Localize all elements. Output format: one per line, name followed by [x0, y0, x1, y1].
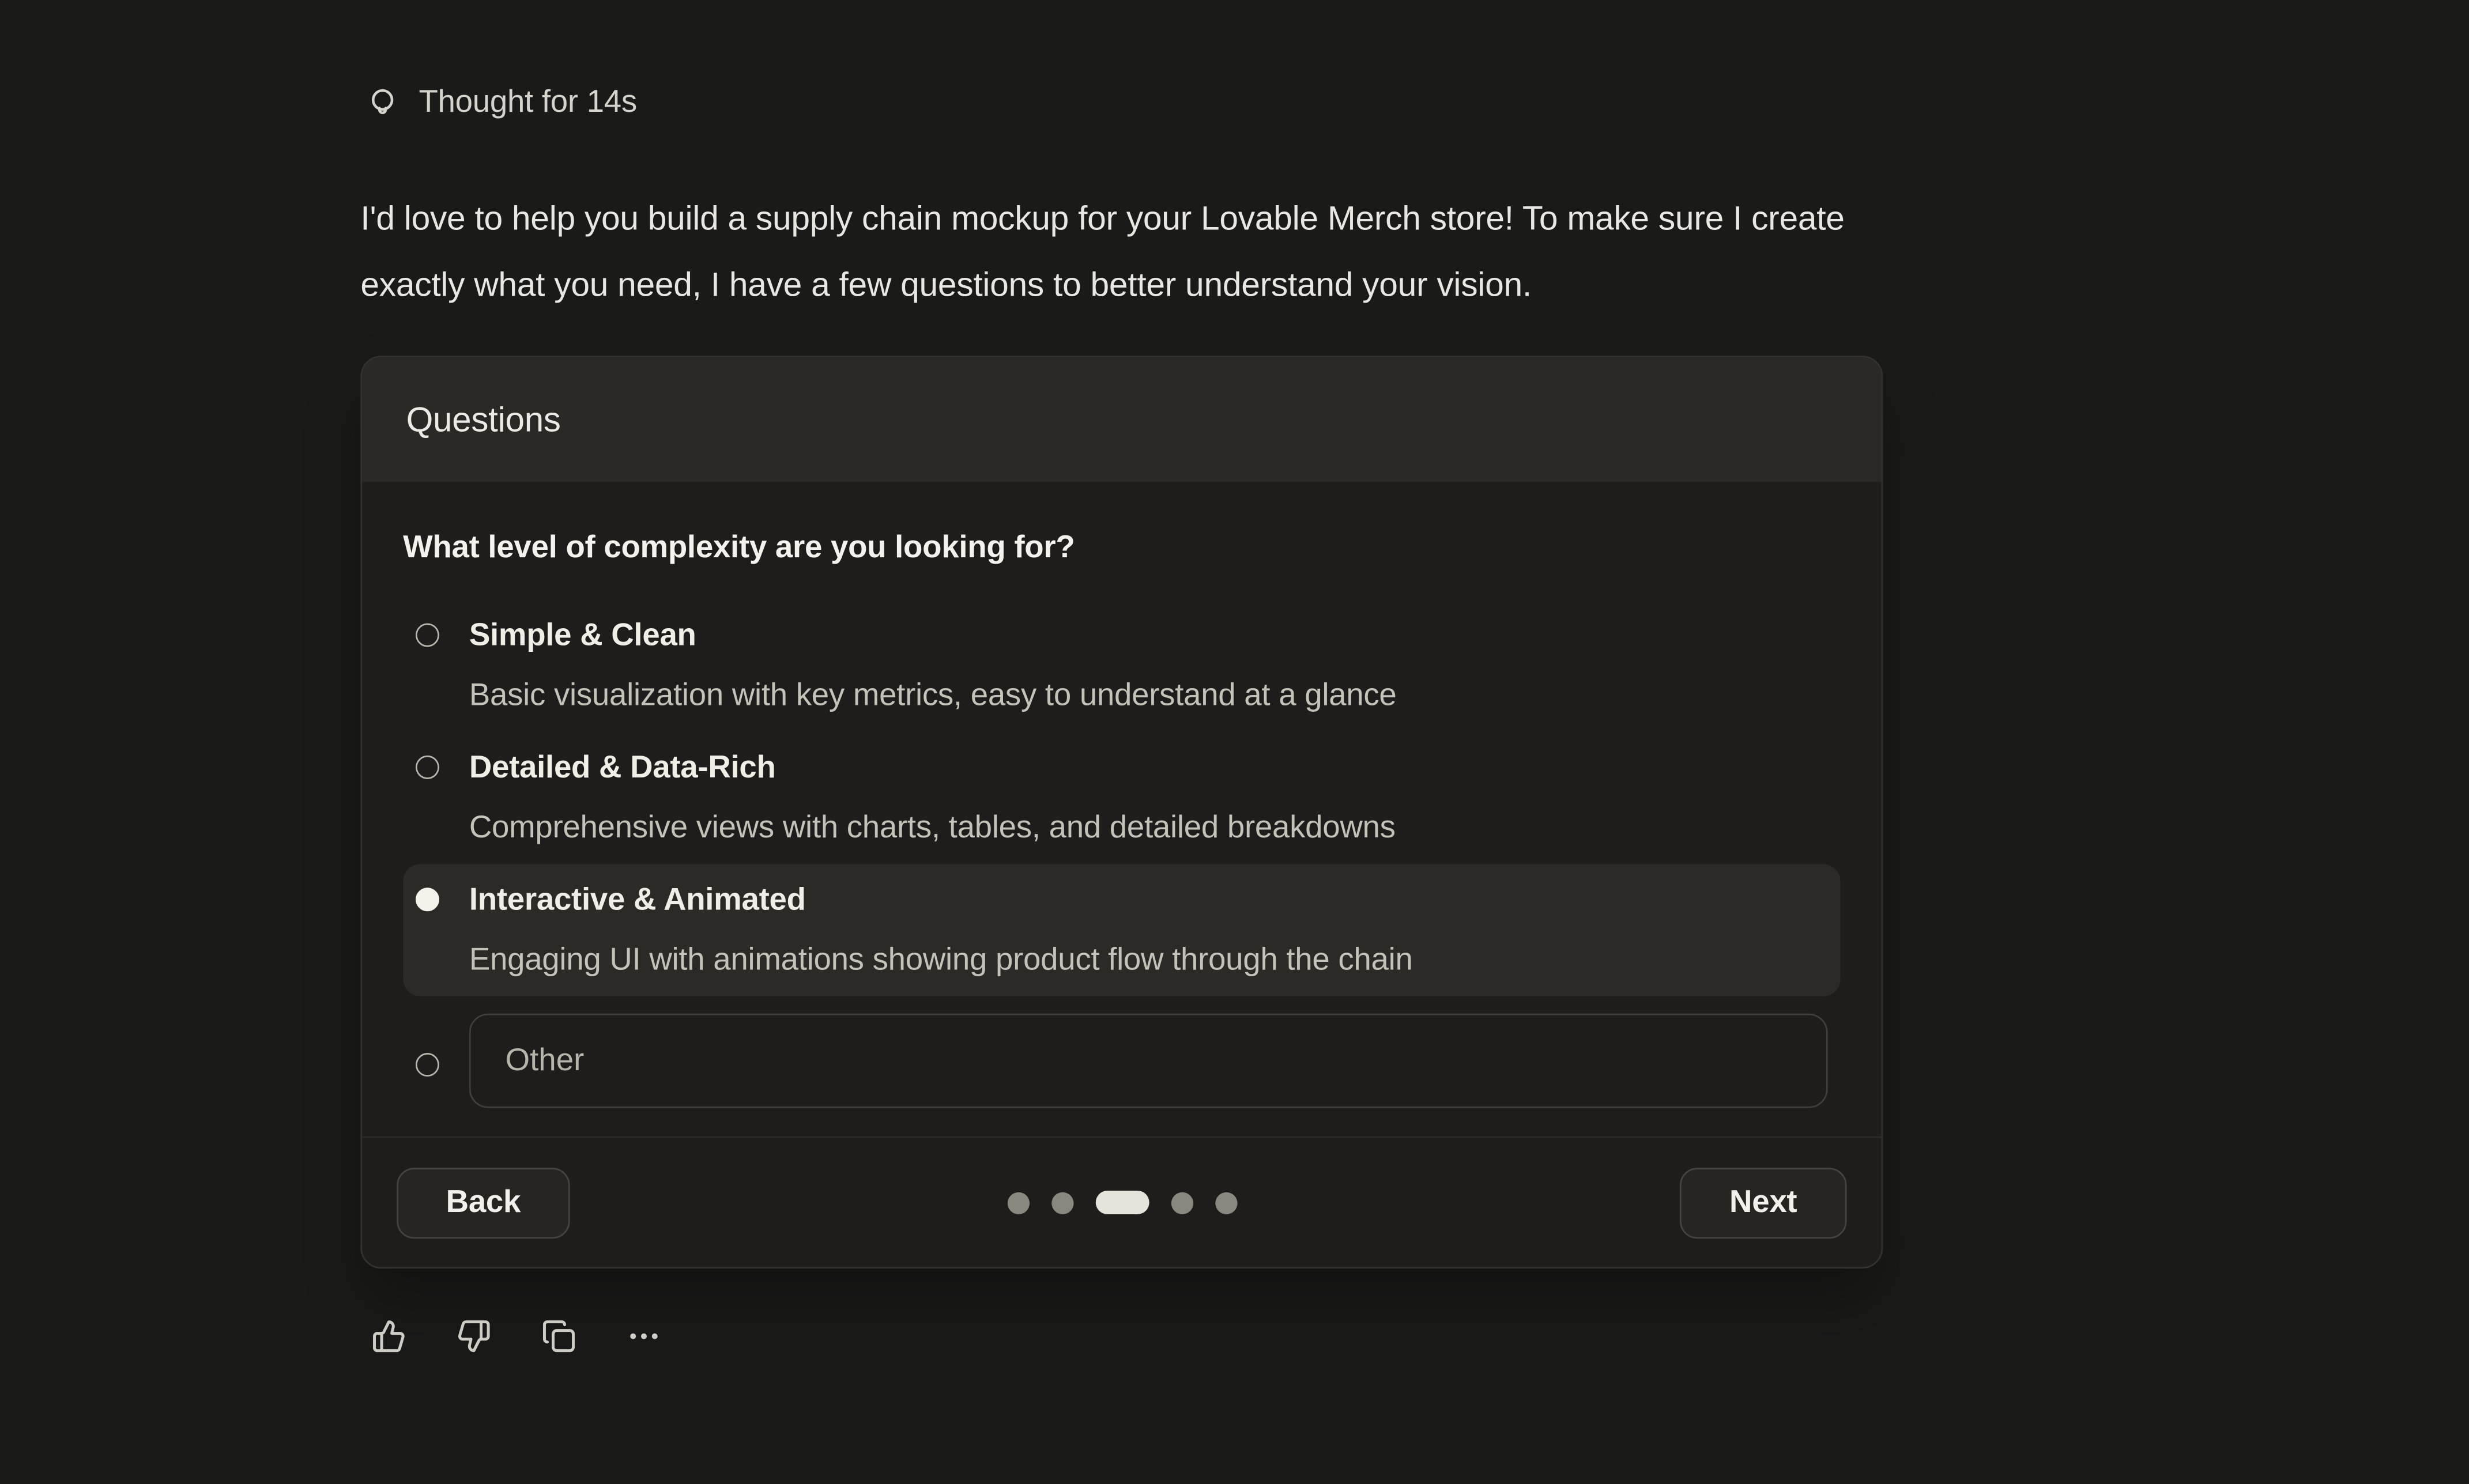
more-options-button[interactable] — [627, 1319, 661, 1354]
option-description: Basic visualization with key metrics, ea… — [469, 675, 1397, 716]
assistant-message: I'd love to help you build a supply chai… — [360, 186, 2249, 318]
questions-card-header: Questions — [362, 357, 1881, 482]
message-actions — [372, 1319, 662, 1354]
option-simple-clean[interactable]: Simple & Clean Basic visualization with … — [403, 600, 1840, 732]
pagination-dot[interactable] — [1215, 1191, 1237, 1213]
questions-card-body: What level of complexity are you looking… — [362, 482, 1881, 1124]
questions-card-footer: Back Next — [362, 1136, 1881, 1267]
option-interactive-animated[interactable]: Interactive & Animated Engaging UI with … — [403, 864, 1840, 996]
chat-message-view: Thought for 14s I'd love to help you bui… — [0, 0, 2469, 1484]
option-other[interactable] — [403, 996, 1840, 1108]
option-label: Interactive & Animated — [469, 880, 1413, 921]
thumbs-up-button[interactable] — [372, 1319, 406, 1354]
thought-summary-toggle[interactable]: Thought for 14s — [367, 85, 637, 121]
copy-icon — [541, 1319, 576, 1354]
thumbs-down-button[interactable] — [457, 1319, 491, 1354]
other-option-input[interactable] — [469, 1014, 1828, 1108]
card-title: Questions — [406, 399, 561, 440]
question-text: What level of complexity are you looking… — [403, 527, 1840, 568]
option-label: Simple & Clean — [469, 615, 1397, 656]
message-line: exactly what you need, I have a few ques… — [360, 252, 2249, 318]
radio-icon[interactable] — [416, 623, 439, 647]
pagination-dots — [1007, 1191, 1237, 1214]
thumbs-down-icon — [457, 1319, 491, 1354]
back-button[interactable]: Back — [397, 1168, 570, 1238]
thought-duration-label: Thought for 14s — [419, 85, 636, 121]
pagination-dot-active[interactable] — [1095, 1191, 1148, 1214]
message-line: I'd love to help you build a supply chai… — [360, 186, 2249, 252]
thumbs-up-icon — [372, 1319, 406, 1354]
option-label: Detailed & Data-Rich — [469, 747, 1396, 788]
pagination-dot[interactable] — [1051, 1191, 1073, 1213]
questions-card: Questions What level of complexity are y… — [360, 356, 1883, 1268]
option-description: Engaging UI with animations showing prod… — [469, 939, 1413, 980]
options-list: Simple & Clean Basic visualization with … — [403, 600, 1840, 1108]
pagination-dot[interactable] — [1007, 1191, 1028, 1213]
more-options-icon — [627, 1319, 661, 1354]
option-description: Comprehensive views with charts, tables,… — [469, 807, 1396, 848]
copy-button[interactable] — [541, 1319, 576, 1354]
radio-selected-icon[interactable] — [416, 888, 439, 911]
next-button[interactable]: Next — [1680, 1168, 1846, 1238]
lightbulb-icon — [367, 86, 398, 120]
radio-icon[interactable] — [416, 756, 439, 779]
option-detailed-data-rich[interactable]: Detailed & Data-Rich Comprehensive views… — [403, 732, 1840, 864]
radio-icon[interactable] — [416, 1053, 439, 1077]
pagination-dot[interactable] — [1170, 1191, 1192, 1213]
